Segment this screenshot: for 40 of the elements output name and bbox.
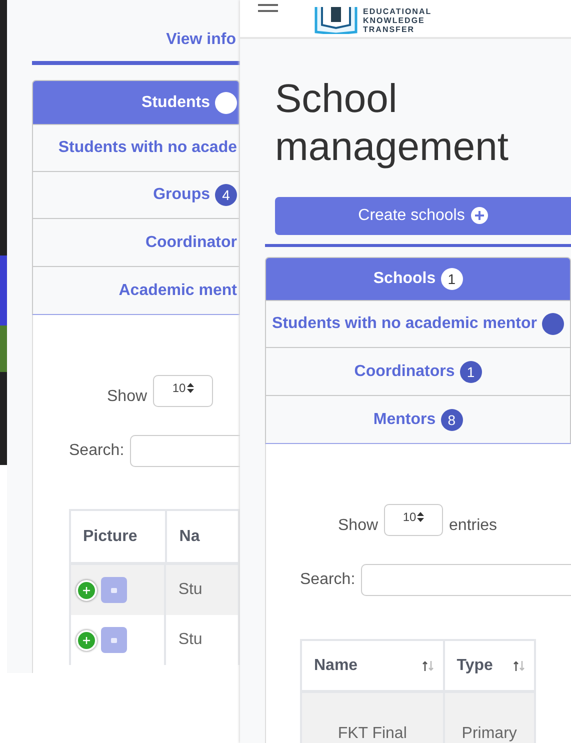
logo-text: EDUCATIONAL xyxy=(363,7,432,16)
entries-select[interactable]: 10 xyxy=(153,375,214,407)
plus-icon xyxy=(83,586,90,594)
book-logo-icon xyxy=(314,7,359,34)
logo-text: KNOWLEDGE xyxy=(363,16,426,25)
tab[interactable]: Academic ment xyxy=(32,267,240,315)
column-header[interactable]: Name xyxy=(302,641,445,690)
show-label: Show xyxy=(107,388,148,406)
table-cell: FKT Final xyxy=(302,693,445,743)
tab[interactable]: Students with no acade xyxy=(32,125,240,172)
tab[interactable]: Schools 1 xyxy=(265,257,571,301)
spinner-arrows-icon xyxy=(186,383,194,393)
column-header: Picture xyxy=(71,511,168,562)
search-field[interactable] xyxy=(361,564,571,596)
tab[interactable]: Mentors 8 xyxy=(265,396,571,444)
add-button[interactable] xyxy=(76,580,97,600)
create-schools-button[interactable]: Create schools xyxy=(275,197,571,235)
entries-select[interactable]: 10 xyxy=(384,504,444,536)
count-badge: 1 xyxy=(440,268,463,290)
search-label: Search: xyxy=(69,442,124,460)
plus-circle-icon xyxy=(470,207,488,224)
tab[interactable]: Students with no academic mentor xyxy=(265,301,571,348)
table-cell: Primary xyxy=(444,693,536,743)
count-badge: 4 xyxy=(215,184,237,206)
tab[interactable]: Coordinators 1 xyxy=(265,348,571,396)
column-header[interactable]: Type xyxy=(444,641,536,690)
tab[interactable]: Coordinator xyxy=(32,219,240,267)
logo-text: TRANSFER xyxy=(363,25,416,34)
spinner-arrows-icon xyxy=(417,512,424,522)
count-badge: 8 xyxy=(440,408,463,430)
add-button[interactable] xyxy=(76,630,97,650)
entries-label: entries xyxy=(449,517,498,535)
search-label: Search: xyxy=(300,571,356,589)
tab[interactable]: Groups 4 xyxy=(32,172,240,219)
page-title: School management xyxy=(275,76,510,171)
count-badge: 1 xyxy=(460,360,482,382)
tab[interactable]: Students xyxy=(32,80,240,125)
view-info-link[interactable]: View info xyxy=(166,31,236,49)
show-label: Show xyxy=(338,517,378,535)
plus-icon xyxy=(83,636,90,644)
